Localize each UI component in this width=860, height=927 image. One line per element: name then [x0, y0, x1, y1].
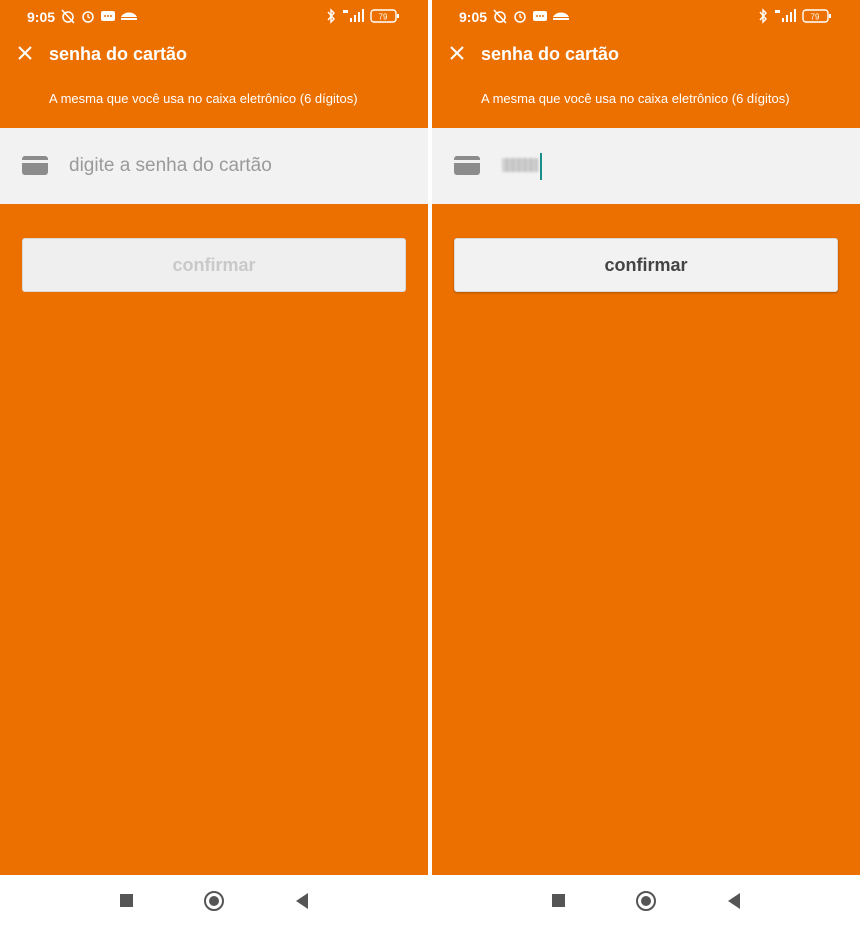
battery-level: 79: [379, 13, 388, 22]
bluetooth-icon: [759, 8, 767, 24]
battery-icon: 79: [802, 9, 831, 23]
recents-square-icon[interactable]: [552, 894, 565, 907]
instruction-text: A mesma que você usa no caixa eletrônico…: [481, 91, 790, 106]
signal-icon: [775, 9, 796, 22]
masked-password-value[interactable]: [502, 158, 538, 172]
app-header: senha do cartão: [0, 40, 428, 70]
system-icons: 79: [326, 8, 406, 26]
alarm-off-icon: [61, 9, 75, 24]
confirm-button[interactable]: confirmar: [22, 238, 406, 292]
card-icon: [454, 156, 480, 175]
notification-app-icon: [121, 12, 137, 20]
message-icon: [101, 11, 115, 21]
instruction-text: A mesma que você usa no caixa eletrônico…: [49, 91, 358, 106]
recents-square-icon[interactable]: [120, 894, 133, 907]
page-title: senha do cartão: [481, 44, 620, 64]
notification-app-icon: [553, 12, 569, 20]
home-circle-icon[interactable]: [636, 891, 656, 911]
app-header: senha do cartão: [432, 40, 860, 70]
back-triangle-icon[interactable]: [728, 893, 740, 909]
system-nav-bar: [0, 875, 428, 927]
signal-icon: [343, 9, 364, 22]
close-icon[interactable]: [446, 42, 468, 64]
alarm-icon: [514, 11, 526, 23]
confirm-button[interactable]: confirmar: [454, 238, 838, 292]
bluetooth-icon: [327, 8, 335, 24]
screen-filled: 9:05 79 senha do cartão A mesma que você…: [432, 0, 860, 875]
screen-empty: 9:05 79 senha do cartão A mesma que você…: [0, 0, 428, 875]
status-time: 9:05: [27, 9, 56, 25]
status-time: 9:05: [459, 9, 488, 25]
battery-level: 79: [811, 13, 820, 22]
text-cursor: [540, 153, 542, 180]
battery-icon: 79: [370, 9, 399, 23]
message-icon: [533, 11, 547, 21]
card-icon: [22, 156, 48, 175]
system-nav-bar: [432, 875, 860, 927]
status-bar: 9:05 79: [432, 0, 860, 34]
alarm-icon: [82, 11, 94, 23]
status-bar: 9:05 79: [0, 0, 428, 34]
close-icon[interactable]: [14, 42, 36, 64]
password-field-container[interactable]: [432, 128, 860, 204]
page-title: senha do cartão: [49, 44, 188, 64]
password-input[interactable]: [69, 151, 399, 181]
password-field-container: [0, 128, 428, 204]
back-triangle-icon[interactable]: [296, 893, 308, 909]
home-circle-icon[interactable]: [204, 891, 224, 911]
alarm-off-icon: [493, 9, 507, 24]
system-icons: 79: [758, 8, 838, 26]
comparison-screenshot: 9:05 79 senha do cartão A mesma que você…: [0, 0, 860, 927]
